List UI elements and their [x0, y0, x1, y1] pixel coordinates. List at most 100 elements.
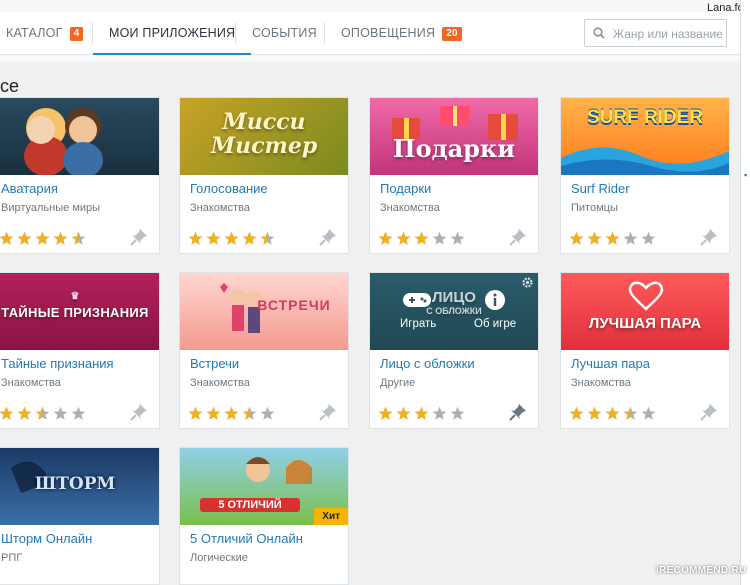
star-empty-icon — [641, 231, 656, 245]
thumbnail-title: ШТОРМ — [34, 474, 116, 494]
app-genre: Питомцы — [571, 202, 618, 214]
star-filled-icon — [569, 231, 584, 245]
app-card-secret-confessions[interactable]: ♛ ТАЙНЫЕ ПРИЗНАНИЯ Тайные признания Знак… — [0, 272, 160, 429]
app-thumbnail[interactable] — [0, 98, 159, 175]
star-filled-icon — [414, 406, 429, 420]
rating-stars — [569, 406, 659, 422]
app-card-avataria[interactable]: Аватария Виртуальные миры — [0, 97, 160, 254]
star-empty-icon — [71, 406, 86, 420]
star-half-icon — [71, 231, 86, 245]
star-filled-icon — [378, 231, 393, 245]
app-card-meetings[interactable]: ВСТРЕЧИ Встречи Знакомства — [179, 272, 349, 429]
pin-icon[interactable] — [508, 402, 528, 422]
search-box[interactable] — [584, 19, 727, 47]
app-thumbnail[interactable]: ВСТРЕЧИ — [180, 273, 348, 350]
app-genre: Знакомства — [190, 202, 250, 214]
edge-text-fragment: ▪ — [744, 170, 748, 180]
app-name[interactable]: Surf Rider — [571, 181, 630, 196]
app-thumbnail[interactable]: SURF RIDER — [561, 98, 729, 175]
app-name[interactable]: Подарки — [380, 181, 431, 196]
app-thumbnail[interactable]: 5 ОТЛИЧИЙ Хит — [180, 448, 348, 525]
about-label[interactable]: Об игре — [474, 318, 516, 330]
star-filled-icon — [0, 231, 14, 245]
star-filled-icon — [206, 231, 221, 245]
rating-stars — [378, 406, 468, 422]
pin-icon[interactable] — [508, 227, 528, 247]
thumbnail-title: ВСТРЕЧИ — [257, 297, 331, 313]
watermark: iRECOMMEND.RU — [656, 565, 747, 576]
star-empty-icon — [450, 406, 465, 420]
app-genre: Логические — [190, 552, 248, 564]
star-empty-icon — [641, 406, 656, 420]
play-button[interactable] — [402, 291, 432, 314]
tab-my-apps[interactable]: МОИ ПРИЛОЖЕНИЯ — [93, 12, 252, 55]
pin-icon[interactable] — [699, 227, 719, 247]
tab-events-label: СОБЫТИЯ — [252, 26, 317, 40]
page-edge — [740, 0, 750, 585]
gear-icon[interactable] — [521, 276, 534, 289]
thumbnail-title: ЛИЦО — [432, 289, 476, 306]
rating-stars — [378, 231, 468, 247]
app-card-gifts[interactable]: Подарки Подарки Знакомства — [369, 97, 539, 254]
app-card-5-differences[interactable]: 5 ОТЛИЧИЙ Хит 5 Отличий Онлайн Логически… — [179, 447, 349, 585]
star-filled-icon — [206, 406, 221, 420]
tab-catalog[interactable]: КАТАЛОГ 4 — [6, 12, 84, 54]
thumbnail-title: SURF RIDER — [586, 107, 704, 128]
pin-icon[interactable] — [318, 402, 338, 422]
app-name[interactable]: Лучшая пара — [571, 356, 650, 371]
pin-icon[interactable] — [129, 402, 149, 422]
app-card-voting[interactable]: Мисси Мистер Голосование Знакомства — [179, 97, 349, 254]
app-thumbnail[interactable]: ШТОРМ — [0, 448, 159, 525]
star-filled-icon — [224, 231, 239, 245]
app-genre: Знакомства — [571, 377, 631, 389]
app-card-surf-rider[interactable]: SURF RIDER Surf Rider Питомцы — [560, 97, 730, 254]
info-icon — [485, 290, 505, 310]
notifications-count-badge: 20 — [442, 27, 462, 41]
app-name[interactable]: Аватария — [1, 181, 58, 196]
tab-notifications-label: ОПОВЕЩЕНИЯ — [341, 26, 436, 40]
active-tab-indicator — [93, 53, 252, 55]
app-genre: Знакомства — [1, 377, 61, 389]
star-filled-icon — [17, 231, 32, 245]
tab-my-apps-label: МОИ ПРИЛОЖЕНИЯ — [109, 26, 236, 40]
app-thumbnail[interactable]: ♛ ТАЙНЫЕ ПРИЗНАНИЯ — [0, 273, 159, 350]
star-filled-icon — [242, 231, 257, 245]
star-half-icon — [260, 231, 275, 245]
app-genre: Знакомства — [190, 377, 250, 389]
star-filled-icon — [587, 231, 602, 245]
app-thumbnail[interactable]: ЛИЦО С ОБЛОЖКИ Играть Об игре — [370, 273, 538, 350]
tab-events[interactable]: СОБЫТИЯ — [252, 12, 317, 54]
star-filled-icon — [587, 406, 602, 420]
search-input[interactable] — [611, 24, 725, 44]
star-filled-icon — [53, 231, 68, 245]
app-card-cover-face[interactable]: ЛИЦО С ОБЛОЖКИ Играть Об игре Лицо с обл… — [369, 272, 539, 429]
tab-notifications[interactable]: ОПОВЕЩЕНИЯ 20 — [341, 12, 462, 54]
app-name[interactable]: Встречи — [190, 356, 239, 371]
app-thumbnail[interactable]: Подарки — [370, 98, 538, 175]
app-name[interactable]: 5 Отличий Онлайн — [190, 531, 303, 546]
rating-stars — [188, 231, 278, 247]
rating-stars — [569, 231, 659, 247]
app-name[interactable]: Шторм Онлайн — [1, 531, 92, 546]
star-empty-icon — [450, 231, 465, 245]
star-filled-icon — [396, 231, 411, 245]
star-filled-icon — [188, 231, 203, 245]
app-name[interactable]: Лицо с обложки — [380, 356, 475, 371]
app-card-storm-online[interactable]: ШТОРМ Шторм Онлайн РПГ — [0, 447, 160, 585]
star-empty-icon — [53, 406, 68, 420]
app-name[interactable]: Голосование — [190, 181, 268, 196]
pin-icon[interactable] — [129, 227, 149, 247]
pin-icon[interactable] — [318, 227, 338, 247]
star-filled-icon — [605, 406, 620, 420]
about-button[interactable] — [484, 289, 506, 316]
app-genre: Другие — [380, 377, 416, 389]
crown-icon: ♛ — [70, 291, 80, 302]
catalog-count-badge: 4 — [69, 27, 84, 41]
app-name[interactable]: Тайные признания — [1, 356, 114, 371]
play-label[interactable]: Играть — [400, 318, 436, 330]
app-thumbnail[interactable]: ЛУЧШАЯ ПАРА — [561, 273, 729, 350]
app-thumbnail[interactable]: Мисси Мистер — [180, 98, 348, 175]
pin-icon[interactable] — [699, 402, 719, 422]
app-card-best-couple[interactable]: ЛУЧШАЯ ПАРА Лучшая пара Знакомства — [560, 272, 730, 429]
tab-divider — [92, 22, 93, 44]
